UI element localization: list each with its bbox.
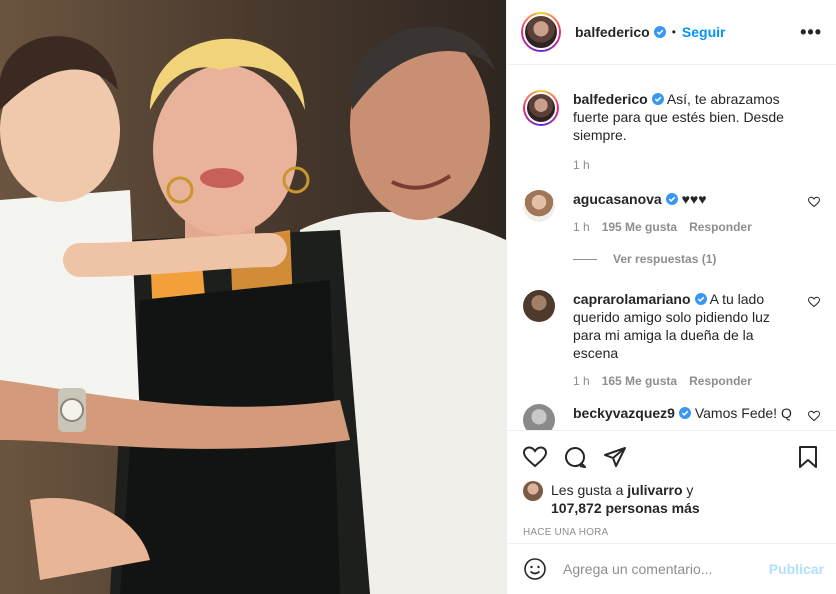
add-comment-bar: Publicar	[507, 543, 836, 594]
follow-button[interactable]: Seguir	[682, 24, 726, 40]
view-replies-button[interactable]: Ver respuestas (1)	[573, 252, 820, 266]
comment-like-heart-icon[interactable]	[808, 410, 820, 422]
reply-button[interactable]: Responder	[689, 220, 752, 234]
post-photo-image	[0, 0, 506, 594]
comment-username[interactable]: caprarolamariano	[573, 291, 691, 307]
share-icon[interactable]	[603, 445, 627, 469]
comment-like-heart-icon[interactable]	[808, 196, 820, 208]
comment-time[interactable]: 1 h	[573, 220, 590, 234]
verified-badge-icon	[694, 293, 707, 305]
post-header: balfederico • Seguir •••	[507, 0, 836, 65]
comment-avatar[interactable]	[523, 290, 555, 322]
comment-username[interactable]: agucasanova	[573, 191, 662, 207]
reply-button[interactable]: Responder	[689, 374, 752, 388]
replies-divider	[573, 258, 597, 260]
comment-item: beckyvazquez9 Vamos Fede! Q	[523, 404, 820, 430]
comment-text: Vamos Fede! Q	[694, 405, 792, 421]
liker-username[interactable]: julivarro	[627, 482, 682, 498]
comment-item: caprarolamariano A tu lado querido amigo…	[523, 290, 820, 388]
post-actions: Les gusta a julivarro y 107,872 personas…	[507, 430, 836, 538]
comment-likes[interactable]: 195 Me gusta	[602, 220, 677, 234]
bookmark-icon[interactable]	[796, 445, 820, 469]
comment-icon[interactable]	[563, 445, 587, 469]
likes-count[interactable]: 107,872 personas más	[551, 500, 700, 516]
comment-like-heart-icon[interactable]	[808, 296, 820, 308]
view-replies-label: Ver respuestas (1)	[613, 252, 717, 266]
comment-time[interactable]: 1 h	[573, 374, 590, 388]
verified-badge-icon	[665, 193, 678, 205]
more-options-icon[interactable]: •••	[800, 22, 822, 43]
verified-badge-icon	[653, 26, 666, 38]
caption-time[interactable]: 1 h	[573, 158, 590, 172]
comments-list[interactable]: balfederico Así, te abrazamos fuerte par…	[507, 66, 836, 430]
likes-summary: Les gusta a julivarro y 107,872 personas…	[523, 481, 820, 517]
author-avatar[interactable]	[521, 12, 561, 52]
separator-dot: •	[671, 25, 676, 39]
comment-avatar[interactable]	[523, 404, 555, 430]
comment-item: agucasanova ♥♥♥ 1 h 195 Me gusta Respond…	[523, 190, 820, 234]
comment-username[interactable]: beckyvazquez9	[573, 405, 675, 421]
caption: balfederico Así, te abrazamos fuerte par…	[523, 90, 820, 172]
post-timestamp[interactable]: HACE UNA HORA	[523, 527, 820, 538]
author-username[interactable]: balfederico	[575, 24, 650, 40]
comment-input[interactable]	[563, 561, 769, 577]
publish-button[interactable]: Publicar	[769, 561, 824, 577]
comment-likes[interactable]: 165 Me gusta	[602, 374, 677, 388]
post-photo[interactable]	[0, 0, 506, 594]
verified-badge-icon	[678, 407, 691, 419]
verified-badge-icon	[651, 93, 664, 105]
caption-username[interactable]: balfederico	[573, 91, 648, 107]
comment-text: ♥♥♥	[681, 191, 707, 207]
comment-avatar[interactable]	[523, 190, 555, 222]
liker-avatar[interactable]	[523, 481, 543, 501]
post-detail-panel: balfederico • Seguir ••• balfederico Así…	[506, 0, 836, 594]
caption-avatar[interactable]	[523, 90, 559, 126]
emoji-icon[interactable]	[523, 557, 547, 581]
like-heart-icon[interactable]	[523, 445, 547, 469]
